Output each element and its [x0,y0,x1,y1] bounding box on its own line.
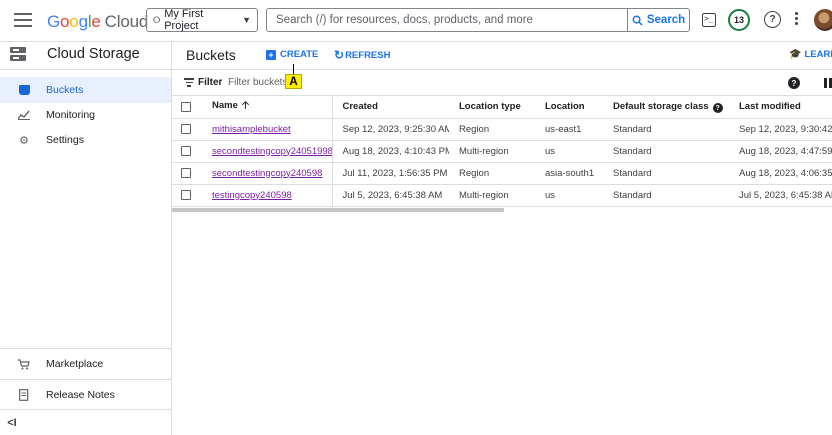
filter-label: Filter [198,77,223,88]
location-type-cell: Region [449,118,535,141]
notifications-badge[interactable]: 13 [728,9,750,31]
annotation-pointer [293,64,294,74]
buckets-table: Name 🡡 Created Location type Location Def… [172,96,832,207]
sidebar: Cloud Storage Buckets Monitoring ⚙ Setti… [0,42,172,435]
release-notes-icon [18,389,30,401]
row-checkbox[interactable] [181,146,191,156]
column-header-created[interactable]: Created [332,96,449,119]
school-cap-icon: 🎓 [789,49,802,60]
column-header-name[interactable]: Name 🡡 [200,96,333,119]
location-cell: us [535,140,603,163]
monitoring-icon [18,109,30,121]
sidebar-item-release-notes[interactable]: Release Notes [0,382,171,408]
bucket-link[interactable]: testingcopy240598 [212,190,292,201]
table-header-row: Name 🡡 Created Location type Location Def… [172,96,832,119]
plus-icon: + [266,49,276,60]
table-row: secondtestingcopy240598 Jul 11, 2023, 1:… [172,162,832,185]
sidebar-header: Cloud Storage [0,42,171,70]
create-button[interactable]: + CREATE [266,49,318,60]
search-button[interactable]: Search [627,9,689,31]
collapse-icon: <I [7,417,17,429]
last-modified-cell: Jul 5, 2023, 6:45:38 AM [729,184,832,207]
learn-button[interactable]: 🎓 LEARN [789,49,832,60]
column-display-icon[interactable] [824,78,832,88]
search-bar[interactable]: Search (/) for resources, docs, products… [266,8,690,32]
sidebar-divider [0,379,171,380]
annotation-marker: A [285,74,302,89]
created-cell: Sep 12, 2023, 9:25:30 AM [332,118,449,141]
created-cell: Jul 5, 2023, 6:45:38 AM [332,184,449,207]
cloud-shell-icon[interactable]: >_ [702,13,716,27]
last-modified-cell: Sep 12, 2023, 9:30:42 AM [729,118,832,141]
page-header: Buckets + CREATE ↻ REFRESH 🎓 LEARN [172,42,832,70]
sidebar-divider [0,409,171,410]
location-type-cell: Multi-region [449,184,535,207]
help-icon[interactable]: ? [712,103,723,113]
help-icon[interactable]: ? [788,77,800,89]
location-type-cell: Multi-region [449,140,535,163]
row-checkbox[interactable] [181,168,191,178]
storage-class-cell: Standard [603,184,729,207]
storage-class-cell: Standard [603,140,729,163]
column-header-location-type[interactable]: Location type [449,96,535,119]
column-header-storage-class[interactable]: Default storage class? [603,96,729,119]
filter-icon [184,78,194,89]
help-icon[interactable]: ? [764,11,781,28]
horizontal-scrollbar[interactable] [172,208,504,212]
search-icon [632,15,643,26]
filter-input[interactable]: Filter buckets [228,77,287,88]
project-name: My First Project [164,8,204,32]
filter-bar: Filter Filter buckets ? [172,70,832,96]
table-row: secondtestingcopy24051998 Aug 18, 2023, … [172,140,832,163]
bucket-link[interactable]: mithisamplebucket [212,124,291,135]
sidebar-divider [0,348,171,349]
product-title: Cloud Storage [47,46,140,62]
refresh-icon: ↻ [334,48,345,62]
created-cell: Jul 11, 2023, 1:56:35 PM [332,162,449,185]
location-cell: us [535,184,603,207]
avatar[interactable] [814,9,832,31]
sidebar-item-buckets[interactable]: Buckets [0,77,171,103]
gear-icon: ⚙ [19,134,29,147]
project-icon: ⭘ [153,14,161,25]
select-all-checkbox[interactable] [181,101,191,112]
row-checkbox[interactable] [181,124,191,134]
cart-icon [18,358,30,370]
arrow-up-icon: 🡡 [241,100,250,112]
location-type-cell: Region [449,162,535,185]
location-cell: asia-south1 [535,162,603,185]
column-header-last-modified[interactable]: Last modified [729,96,832,119]
table-row: testingcopy240598 Jul 5, 2023, 6:45:38 A… [172,184,832,207]
menu-icon[interactable] [14,13,32,29]
storage-class-cell: Standard [603,162,729,185]
search-input[interactable]: Search (/) for resources, docs, products… [267,14,627,26]
bucket-link[interactable]: secondtestingcopy24051998 [212,146,331,157]
top-bar: Google Cloud ⭘ My First Project ▼ Search … [0,0,832,42]
storage-class-cell: Standard [603,118,729,141]
bucket-link[interactable]: secondtestingcopy240598 [212,168,322,179]
sidebar-item-settings[interactable]: ⚙ Settings [0,127,171,153]
last-modified-cell: Aug 18, 2023, 4:06:35 PM [729,162,832,185]
more-options-icon[interactable] [795,12,799,27]
page-title: Buckets [186,47,236,63]
main-content: Buckets + CREATE ↻ REFRESH 🎓 LEARN Filte… [172,42,832,435]
last-modified-cell: Aug 18, 2023, 4:47:59 PM [729,140,832,163]
location-cell: us-east1 [535,118,603,141]
google-cloud-logo[interactable]: Google Cloud [47,12,148,32]
sidebar-item-marketplace[interactable]: Marketplace [0,351,171,377]
sidebar-item-monitoring[interactable]: Monitoring [0,102,171,128]
bucket-icon [18,84,30,96]
column-header-location[interactable]: Location [535,96,603,119]
created-cell: Aug 18, 2023, 4:10:43 PM [332,140,449,163]
refresh-button[interactable]: ↻ REFRESH [334,48,390,62]
project-selector[interactable]: ⭘ My First Project ▼ [146,8,258,32]
table-row: mithisamplebucket Sep 12, 2023, 9:25:30 … [172,118,832,141]
caret-down-icon: ▼ [242,15,251,25]
row-checkbox[interactable] [181,190,191,200]
collapse-sidebar-button[interactable]: <I [0,412,171,434]
cloud-storage-icon [10,47,26,61]
